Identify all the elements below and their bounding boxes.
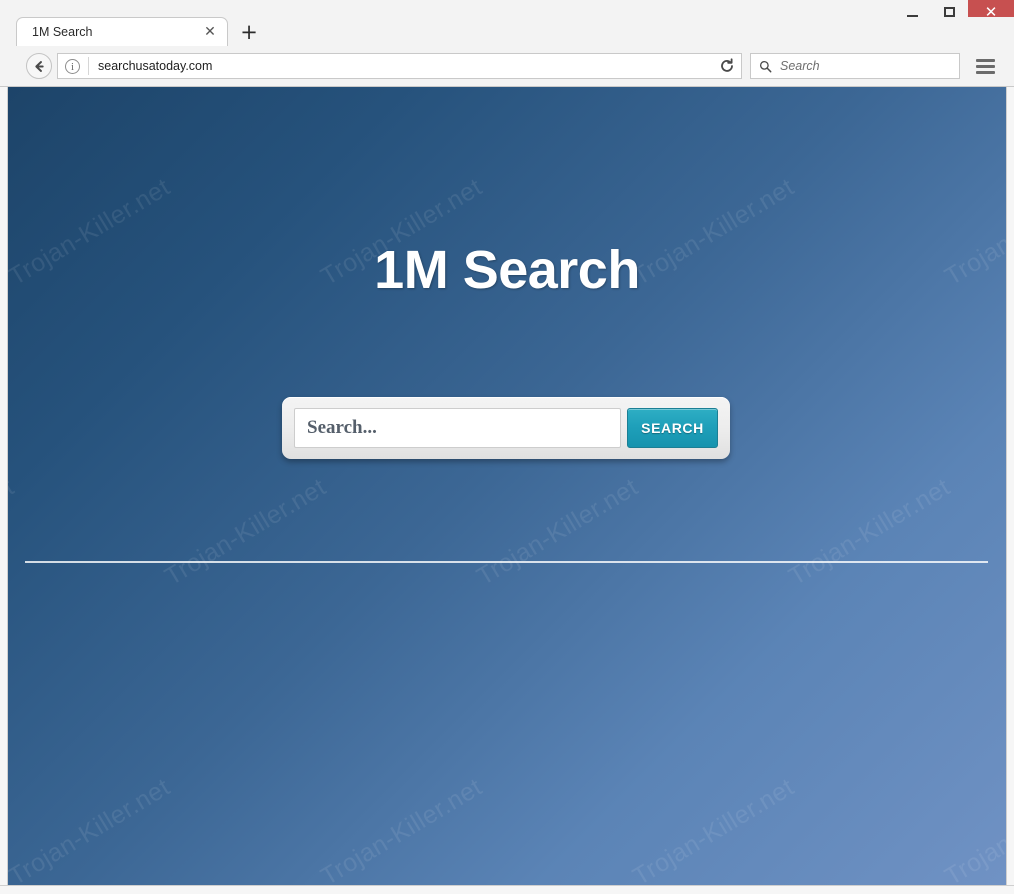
watermark-text: Trojan-Killer.net <box>8 772 175 885</box>
address-bar-url: searchusatoday.com <box>98 59 213 73</box>
reload-icon <box>721 58 733 72</box>
site-search-input[interactable]: Search... <box>294 408 621 448</box>
browser-tab[interactable]: 1M Search ✕ <box>16 17 228 46</box>
window-border-left <box>0 87 8 894</box>
page-viewport: Trojan-Killer.net Trojan-Killer.net Trojan… <box>8 87 1006 885</box>
watermark-text: Trojan-Killer.net <box>8 472 19 592</box>
back-button[interactable] <box>26 53 52 79</box>
back-arrow-icon <box>34 60 44 72</box>
window-border-bottom <box>0 885 1014 894</box>
browser-window: ✕ 1M Search ✕ + i searchusatoday.com Sea… <box>0 0 1014 894</box>
info-icon[interactable]: i <box>65 58 80 74</box>
tab-strip: 1M Search ✕ + <box>0 17 1014 46</box>
new-tab-button[interactable]: + <box>238 22 260 44</box>
tab-title: 1M Search <box>32 25 93 39</box>
watermark-text: Trojan-Killer.net <box>160 472 331 592</box>
site-search-submit-button[interactable]: SEARCH <box>627 408 718 448</box>
hamburger-menu-icon-bar-3 <box>975 70 995 74</box>
site-search-submit-label: SEARCH <box>641 420 704 436</box>
site-search-widget: Search... SEARCH <box>282 397 730 459</box>
hamburger-menu-icon-bar-1 <box>975 58 995 62</box>
page-title: 1M Search <box>374 240 640 300</box>
reload-button[interactable] <box>714 54 740 78</box>
watermark-text: Trojan-Killer.net <box>316 772 487 885</box>
watermark-text: Trojan-Killer.net <box>940 772 1006 885</box>
watermark-overlay: Trojan-Killer.net Trojan-Killer.net Trojan… <box>8 87 1006 885</box>
browser-search-box[interactable]: Search <box>750 53 960 79</box>
hamburger-menu-icon-bar-2 <box>975 64 995 68</box>
watermark-text: Trojan-Killer.net <box>472 472 643 592</box>
address-bar-separator <box>88 57 89 75</box>
browser-search-placeholder: Search <box>780 59 820 73</box>
search-magnifier-icon <box>759 60 772 72</box>
site-search-placeholder: Search... <box>307 417 377 438</box>
window-border-right <box>1006 87 1014 894</box>
maximize-icon <box>944 7 955 17</box>
watermark-text: Trojan-Killer.net <box>784 472 955 592</box>
hamburger-menu-button[interactable] <box>972 54 998 78</box>
tab-close-icon[interactable]: ✕ <box>203 25 217 39</box>
horizontal-divider <box>25 561 988 563</box>
address-bar[interactable]: i searchusatoday.com <box>57 53 742 79</box>
navigation-toolbar: i searchusatoday.com Search <box>0 46 1014 87</box>
watermark-text: Trojan-Killer.net <box>628 772 799 885</box>
